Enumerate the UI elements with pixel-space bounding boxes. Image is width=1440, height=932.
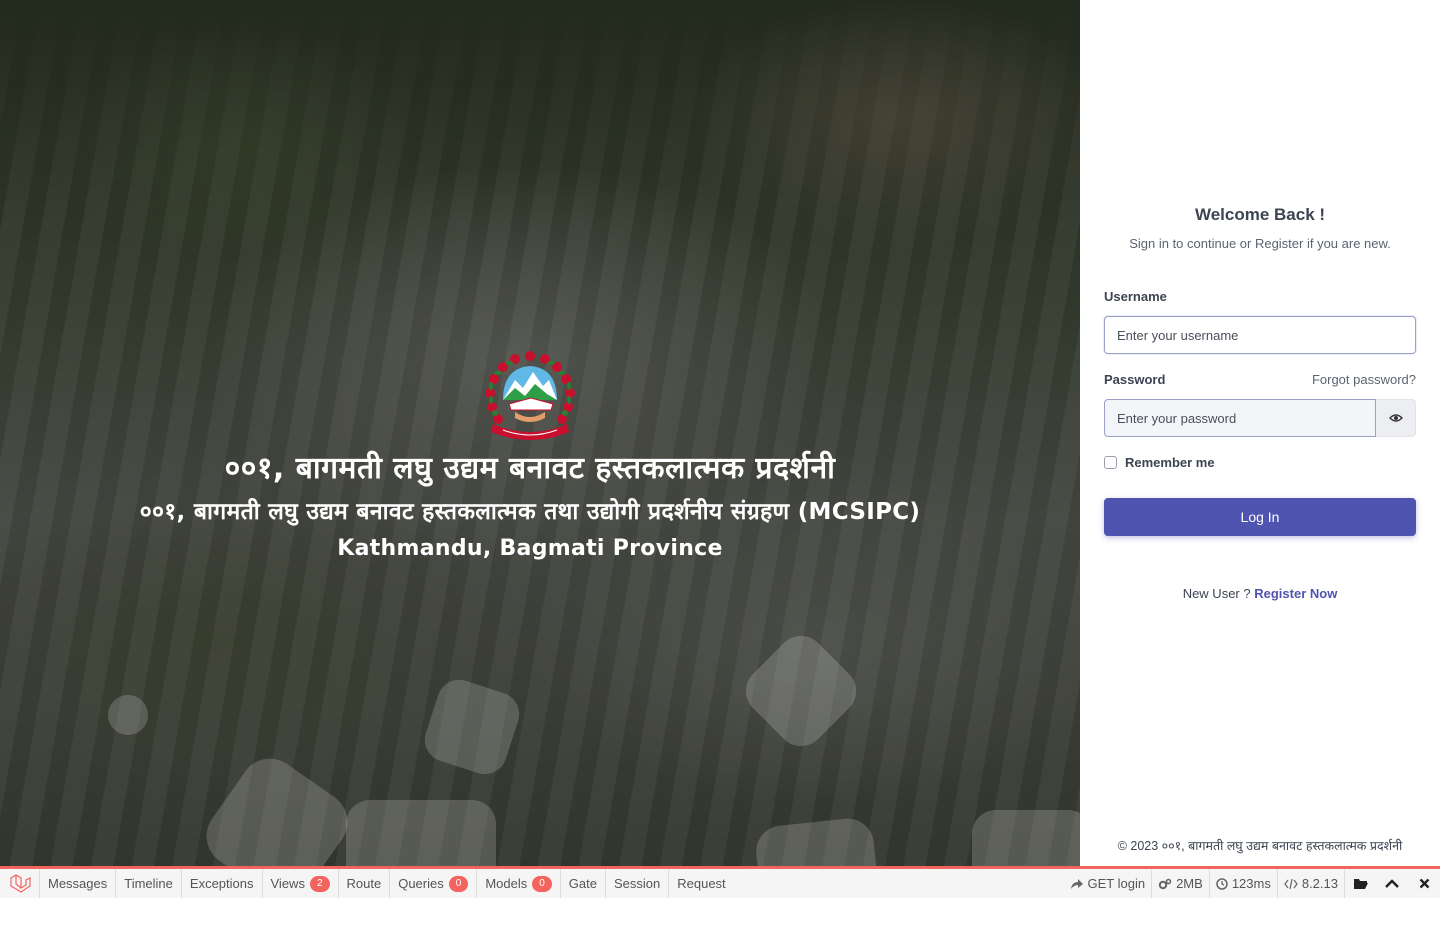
register-now-link[interactable]: Register Now (1254, 586, 1337, 601)
share-icon (1070, 878, 1083, 889)
remember-me-checkbox[interactable] (1104, 456, 1117, 469)
nepal-emblem-logo (485, 351, 575, 440)
chevron-up-icon[interactable] (1376, 869, 1408, 898)
debug-tab-queries[interactable]: Queries 0 (390, 869, 478, 898)
debug-tab-models[interactable]: Models 0 (477, 869, 561, 898)
debug-tab-label: Messages (48, 876, 108, 891)
count-badge: 0 (448, 875, 469, 892)
password-label: Password (1104, 372, 1166, 387)
login-panel: Welcome Back ! Sign in to continue or Re… (1080, 0, 1440, 866)
welcome-heading: Welcome Back ! (1194, 205, 1326, 224)
organization-title: ००१, बागमती लघु उद्यम बनावट हस्तकलात्मक … (224, 451, 836, 486)
debug-tab-label: Gate (568, 876, 597, 891)
new-user-prompt: New User ? Register Now (1080, 586, 1440, 601)
new-user-text: New User ? (1182, 586, 1251, 601)
count-badge: 2 (309, 875, 330, 892)
debug-tab-label: Session (613, 876, 661, 891)
count-badge: 0 (532, 875, 552, 892)
debug-bar-spacer (734, 869, 1064, 898)
login-button[interactable]: Log In (1104, 498, 1416, 536)
remember-me-row: Remember me (1104, 455, 1215, 470)
debug-time-indicator: 123ms (1208, 869, 1277, 898)
username-input[interactable] (1104, 316, 1416, 354)
organization-full-title: ००१, बागमती लघु उद्यम बनावट हस्तकलात्मक … (139, 499, 921, 525)
debug-tab-request[interactable]: Request (669, 869, 733, 898)
debug-tab-timeline[interactable]: Timeline (116, 869, 182, 898)
username-label: Username (1104, 289, 1167, 304)
debug-time-text: 123ms (1231, 876, 1271, 891)
debug-tab-session[interactable]: Session (606, 869, 670, 898)
forgot-password-link[interactable]: Forgot password? (1312, 372, 1416, 387)
cogs-icon (1158, 878, 1172, 889)
debug-tab-label: Timeline (124, 876, 173, 891)
folder-open-icon[interactable] (1344, 869, 1376, 898)
decorative-shape (972, 810, 1080, 866)
copyright-text: © 2023 ००१, बागमती लघु उद्यम बनावट हस्तक… (1117, 839, 1403, 853)
organization-location: Kathmandu, Bagmati Province (337, 536, 723, 561)
debug-tab-exceptions[interactable]: Exceptions (182, 869, 263, 898)
debug-tab-label: Exceptions (189, 876, 254, 891)
debug-tab-messages[interactable]: Messages (40, 869, 117, 898)
debug-tab-route[interactable]: Route (339, 869, 391, 898)
code-icon (1284, 878, 1298, 889)
debug-tab-views[interactable]: Views 2 (263, 869, 339, 898)
debug-bar: Messages Timeline Exceptions Views 2 Rout… (0, 866, 1440, 898)
eye-icon (1388, 414, 1403, 422)
debug-memory-text: 2MB (1176, 876, 1203, 891)
password-input[interactable] (1104, 399, 1376, 437)
welcome-subtitle: Sign in to continue or Register if you a… (1129, 236, 1391, 251)
decorative-shape (108, 695, 148, 735)
debug-tab-label: Route (346, 876, 382, 891)
debug-php-indicator: 8.2.13 (1276, 869, 1344, 898)
debug-tab-gate[interactable]: Gate (561, 869, 606, 898)
laravel-logo-icon[interactable] (0, 869, 40, 898)
debug-memory-indicator: 2MB (1151, 869, 1209, 898)
clock-icon (1216, 877, 1228, 890)
toggle-password-visibility-button[interactable] (1376, 399, 1416, 437)
hero-background: ००१, बागमती लघु उद्यम बनावट हस्तकलात्मक … (0, 0, 1080, 866)
remember-me-label: Remember me (1125, 455, 1215, 470)
decorative-shape (346, 800, 496, 866)
debug-tab-label: Queries (398, 876, 444, 891)
debug-tab-label: Models (485, 876, 528, 891)
debug-tab-label: Request (677, 876, 726, 891)
close-icon[interactable] (1408, 869, 1440, 898)
debug-php-version-text: 8.2.13 (1301, 876, 1338, 891)
debug-tab-label: Views (270, 876, 305, 891)
debug-route-text: GET login (1087, 876, 1146, 891)
debug-route-indicator[interactable]: GET login (1064, 869, 1152, 898)
